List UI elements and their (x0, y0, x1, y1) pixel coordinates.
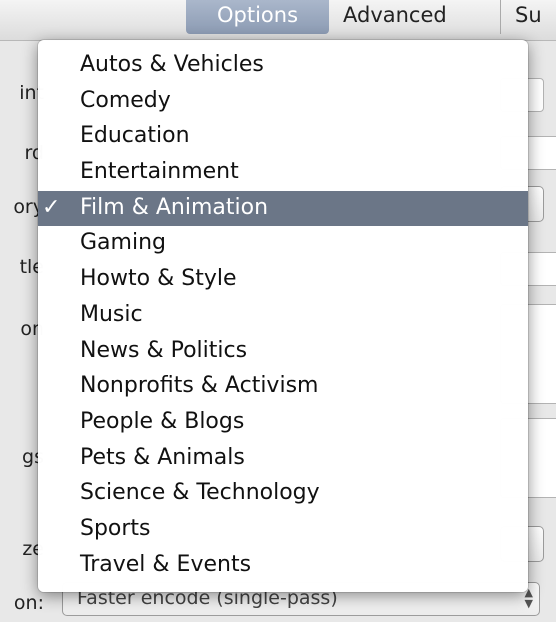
tab-summary[interactable]: Su (501, 0, 556, 34)
menu-item-science-technology[interactable]: Science & Technology (38, 476, 528, 512)
menu-item-news-politics[interactable]: News & Politics (38, 334, 528, 370)
menu-item-gaming[interactable]: Gaming (38, 226, 528, 262)
menu-item-people-blogs[interactable]: People & Blogs (38, 405, 528, 441)
menu-item-sports[interactable]: Sports (38, 512, 528, 548)
menu-item-travel-events[interactable]: Travel & Events (38, 548, 528, 584)
category-menu: Autos & Vehicles Comedy Education Entert… (38, 40, 528, 592)
menu-item-education[interactable]: Education (38, 119, 528, 155)
tab-advanced[interactable]: Advanced (329, 0, 501, 34)
menu-item-music[interactable]: Music (38, 298, 528, 334)
tab-options[interactable]: Options (186, 0, 329, 34)
menu-item-pets-animals[interactable]: Pets & Animals (38, 441, 528, 477)
menu-item-nonprofits-activism[interactable]: Nonprofits & Activism (38, 369, 528, 405)
menu-item-howto-style[interactable]: Howto & Style (38, 262, 528, 298)
menu-item-film-animation[interactable]: ✓ Film & Animation (38, 190, 528, 227)
menu-item-comedy[interactable]: Comedy (38, 84, 528, 120)
menu-item-entertainment[interactable]: Entertainment (38, 155, 528, 191)
menu-item-autos-vehicles[interactable]: Autos & Vehicles (38, 48, 528, 84)
tab-bar: Options Advanced Su (0, 0, 556, 41)
encoding-label: on: (13, 592, 44, 614)
checkmark-icon: ✓ (42, 194, 61, 220)
